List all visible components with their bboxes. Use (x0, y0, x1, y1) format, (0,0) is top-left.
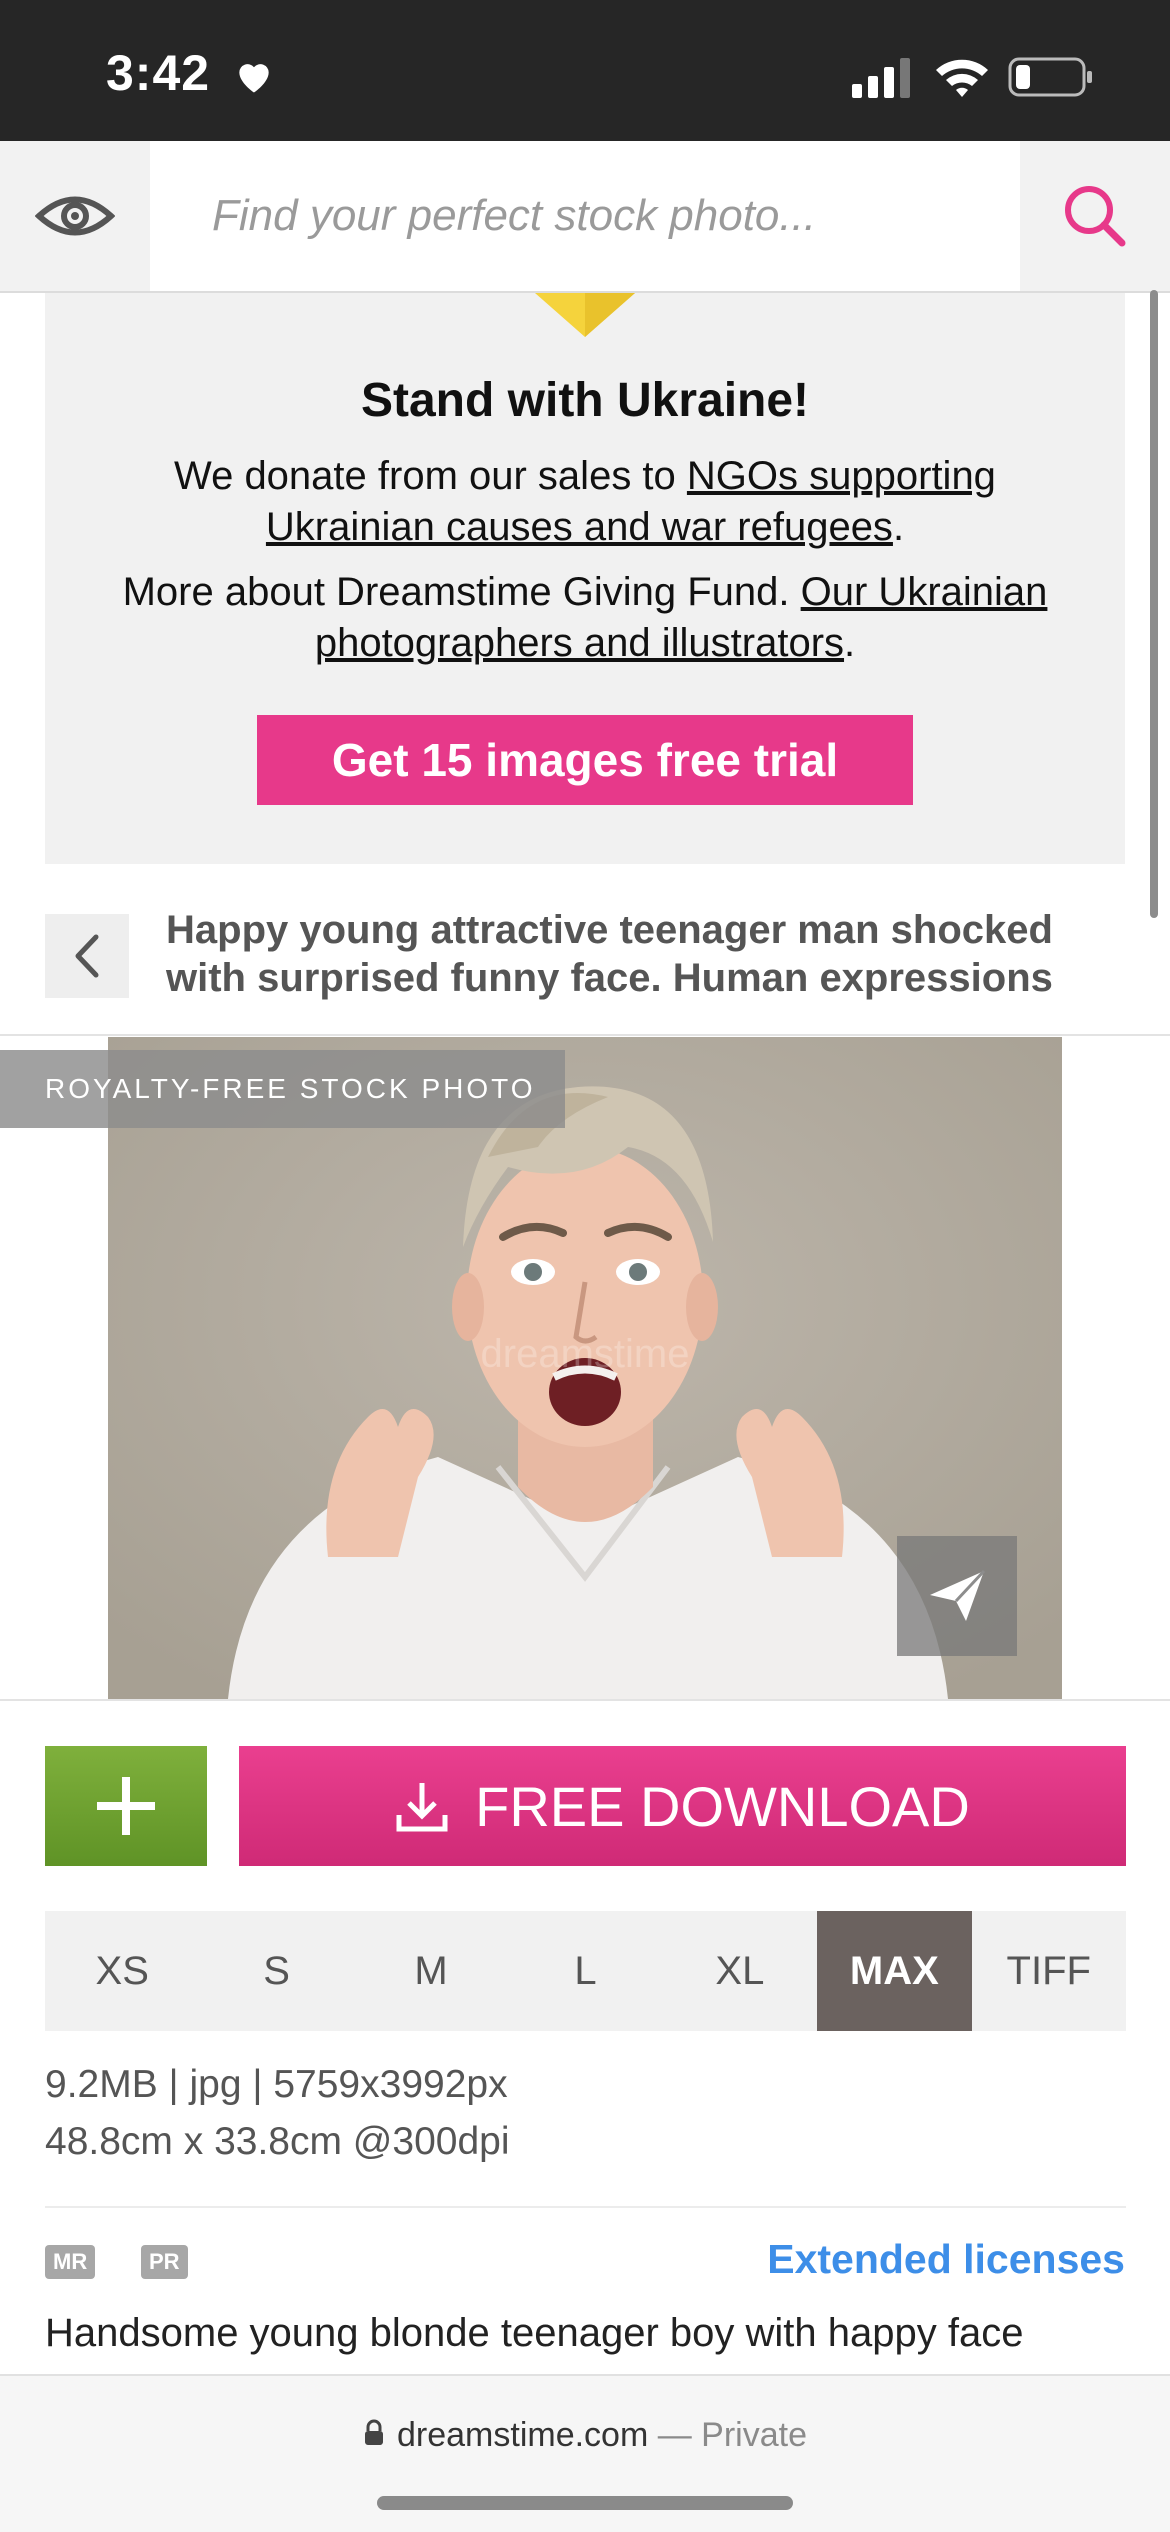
status-time: 3:42 (106, 45, 211, 101)
size-tab-tiff[interactable]: TIFF (972, 1911, 1126, 2031)
visual-search-button[interactable] (0, 141, 150, 291)
url-domain: dreamstime.com (397, 2416, 649, 2454)
heart-icon (239, 64, 269, 93)
size-tab-xs[interactable]: XS (45, 1911, 199, 2031)
size-tab-xl[interactable]: XL (663, 1911, 817, 2031)
divider (45, 2206, 1126, 2208)
file-info: 9.2MB | jpg | 5759x3992px 48.8cm x 33.8c… (45, 2056, 510, 2170)
paper-plane-icon (930, 1569, 986, 1621)
download-icon (396, 1783, 448, 1832)
donation-text: We donate from our sales to NGOs support… (85, 451, 1085, 553)
add-to-lightbox-button[interactable] (45, 1746, 207, 1866)
photo-watermark: dreamstime (481, 1332, 690, 1376)
wifi-icon (936, 59, 988, 97)
giving-fund-text: More about Dreamstime Giving Fund. Our U… (85, 567, 1085, 669)
free-trial-button[interactable]: Get 15 images free trial (257, 715, 913, 805)
search-input[interactable] (150, 141, 1020, 291)
size-tab-max[interactable]: MAX (817, 1911, 972, 2031)
size-tab-m[interactable]: M (354, 1911, 508, 2031)
ukraine-banner: Stand with Ukraine! We donate from our s… (45, 293, 1125, 864)
search-bar (0, 141, 1170, 293)
donation-text-prefix: We donate from our sales to (174, 454, 687, 498)
status-bar: 3:42 (0, 0, 1170, 141)
royalty-free-label: ROYALTY-FREE STOCK PHOTO (0, 1050, 565, 1128)
search-icon (1065, 186, 1126, 247)
property-release-badge: PR (141, 2245, 188, 2279)
file-info-print: 48.8cm x 33.8cm @300dpi (45, 2120, 510, 2163)
scrollbar[interactable] (1150, 290, 1158, 918)
home-indicator[interactable] (377, 2496, 793, 2510)
address-bar[interactable]: dreamstime.com — Private (0, 2416, 1170, 2455)
plus-icon (97, 1777, 155, 1835)
giving-fund-prefix: More about Dreamstime Giving Fund. (122, 570, 801, 614)
image-description: Handsome young blonde teenager boy with … (45, 2311, 1024, 2355)
model-release-badge: MR (45, 2245, 96, 2279)
download-label: FREE DOWNLOAD (475, 1774, 970, 1838)
cellular-signal-icon (852, 58, 910, 98)
size-selector: XS S M L XL MAX TIFF (45, 1911, 1126, 2031)
giving-fund-suffix: . (844, 621, 856, 665)
back-button[interactable] (45, 914, 129, 998)
lock-icon (365, 2419, 383, 2446)
size-tab-s[interactable]: S (199, 1911, 353, 2031)
extended-licenses-link[interactable]: Extended licenses (767, 2236, 1125, 2283)
donation-text-suffix: . (892, 505, 905, 549)
ukraine-flag-icon (535, 293, 635, 337)
eye-icon (35, 196, 115, 236)
search-button[interactable] (1020, 141, 1170, 291)
file-info-size: 9.2MB | jpg | 5759x3992px (45, 2063, 508, 2106)
browser-bottom-bar: dreamstime.com — Private (0, 2374, 1170, 2532)
chevron-left-icon (75, 934, 99, 978)
image-title: Happy young attractive teenager man shoc… (166, 908, 1053, 1000)
private-mode-label: — Private (657, 2416, 807, 2454)
divider (0, 1034, 1170, 1036)
size-tab-l[interactable]: L (508, 1911, 662, 2031)
share-button[interactable] (897, 1536, 1017, 1656)
free-download-button[interactable]: FREE DOWNLOAD (239, 1746, 1126, 1866)
battery-icon (1008, 57, 1092, 97)
divider (0, 1699, 1170, 1701)
banner-title: Stand with Ukraine! (360, 374, 810, 427)
